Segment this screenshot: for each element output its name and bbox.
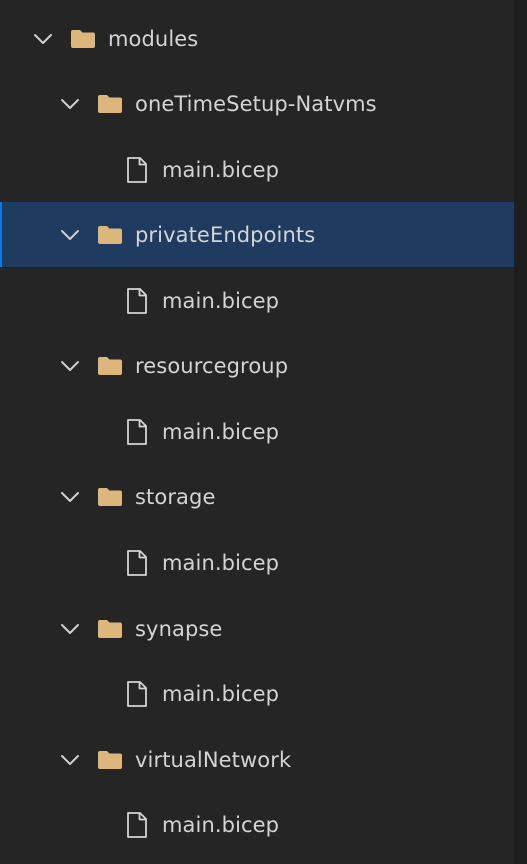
folder-icon [98, 619, 122, 638]
chevron-down-icon[interactable] [59, 618, 81, 640]
chevron-down-icon[interactable] [59, 93, 81, 115]
file-label: main.bicep [162, 288, 280, 313]
file-icon [127, 287, 147, 314]
folder-label: resourcegroup [135, 353, 289, 378]
folder-icon [71, 29, 95, 48]
tree-item-folder-privateendpoints[interactable]: privateEndpoints [0, 202, 514, 267]
tree-item-file[interactable]: main.bicep [0, 792, 514, 857]
file-label: main.bicep [162, 550, 280, 575]
file-icon [127, 549, 147, 576]
tree-item-folder-synapse[interactable]: synapse [0, 596, 514, 661]
folder-icon [98, 94, 122, 113]
folder-label: storage [135, 484, 216, 509]
folder-label: oneTimeSetup-Natvms [135, 91, 377, 116]
file-label: main.bicep [162, 419, 280, 444]
tree-item-file[interactable]: main.bicep [0, 268, 514, 333]
folder-icon [98, 487, 122, 506]
tree-item-file[interactable]: main.bicep [0, 137, 514, 202]
file-icon [127, 156, 147, 183]
tree-item-file[interactable]: main.bicep [0, 661, 514, 726]
folder-icon [98, 225, 122, 244]
chevron-down-icon[interactable] [32, 28, 54, 50]
file-icon [127, 811, 147, 838]
tree-item-modules[interactable]: modules [0, 6, 514, 71]
tree-item-folder-resourcegroup[interactable]: resourcegroup [0, 333, 514, 398]
folder-label: virtualNetwork [135, 747, 292, 772]
tree-item-label: modules [108, 26, 199, 51]
chevron-down-icon[interactable] [59, 749, 81, 771]
chevron-down-icon[interactable] [59, 224, 81, 246]
chevron-down-icon[interactable] [59, 486, 81, 508]
tree-item-folder-onetimesetup-natvms[interactable]: oneTimeSetup-Natvms [0, 71, 514, 136]
tree-item-folder-virtualnetwork[interactable]: virtualNetwork [0, 727, 514, 792]
scrollbar-track[interactable] [514, 0, 527, 864]
file-explorer-tree: modules oneTimeSetup-Natvms main.bicep p… [0, 0, 514, 864]
folder-label: synapse [135, 616, 223, 641]
file-label: main.bicep [162, 157, 280, 182]
file-icon [127, 418, 147, 445]
chevron-down-icon[interactable] [59, 355, 81, 377]
file-label: main.bicep [162, 681, 280, 706]
folder-label: privateEndpoints [135, 222, 316, 247]
tree-item-file[interactable]: main.bicep [0, 530, 514, 595]
folder-icon [98, 356, 122, 375]
folder-icon [98, 750, 122, 769]
file-icon [127, 680, 147, 707]
file-label: main.bicep [162, 812, 280, 837]
tree-item-file[interactable]: main.bicep [0, 399, 514, 464]
tree-item-folder-storage[interactable]: storage [0, 464, 514, 529]
